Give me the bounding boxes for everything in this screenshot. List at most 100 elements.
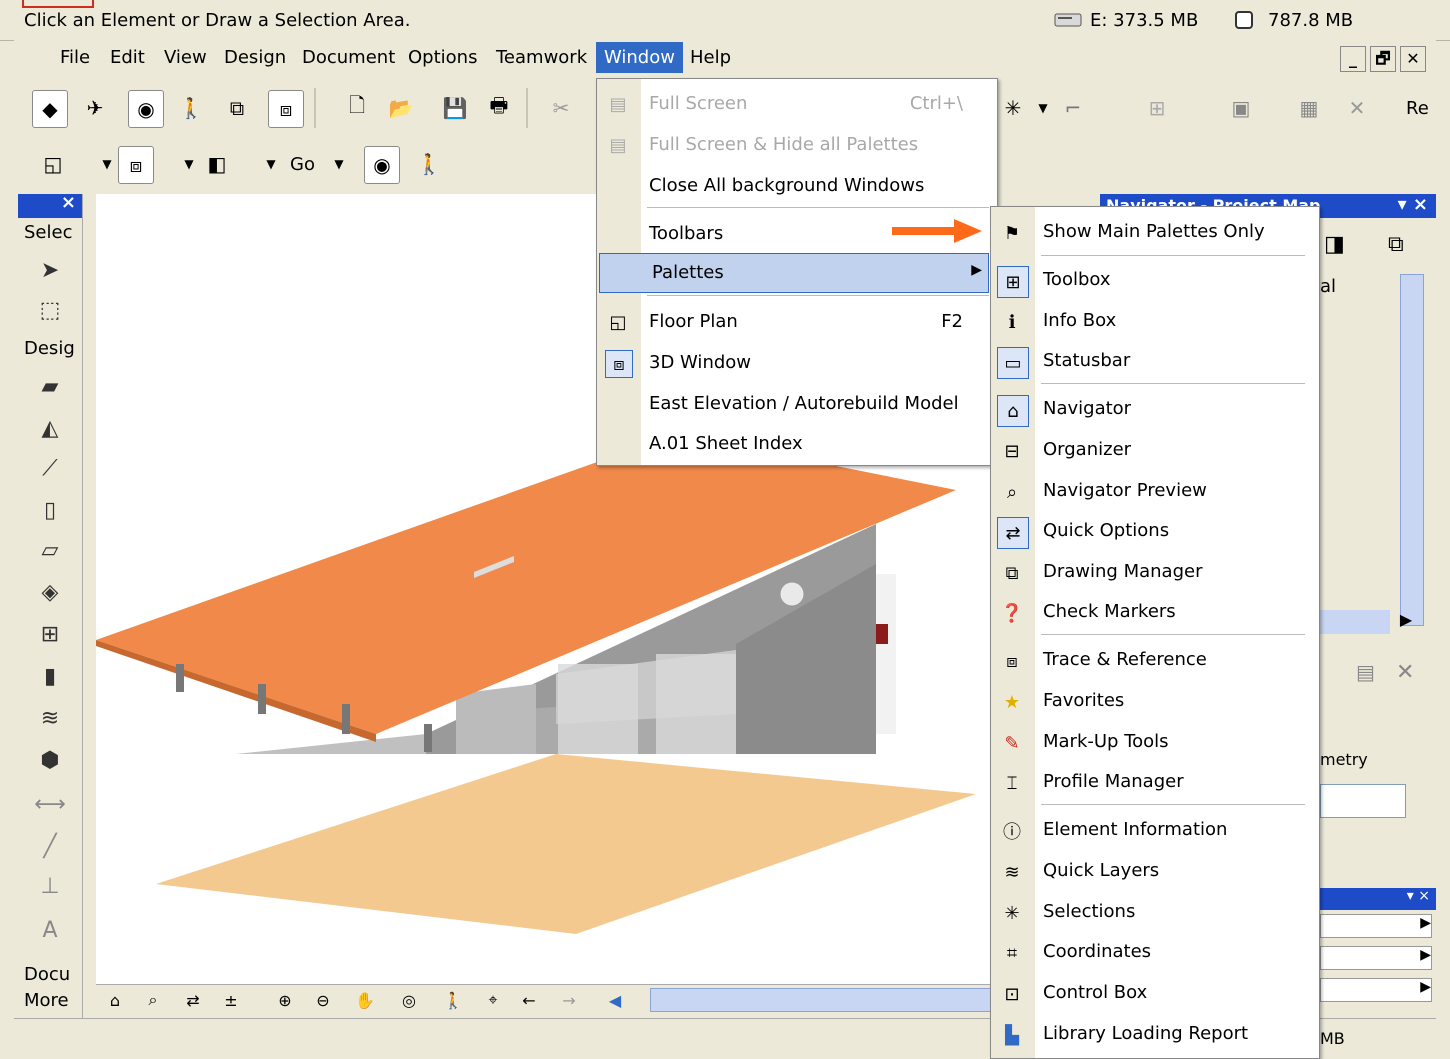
preview-icon[interactable]: ⌕: [140, 989, 166, 1011]
submenu-item-info-box[interactable]: ℹ Info Box: [991, 302, 1319, 342]
submenu-item-control-box[interactable]: ⊡ Control Box: [991, 974, 1319, 1014]
stair-tool-icon[interactable]: ◈: [34, 576, 66, 608]
menu-help[interactable]: Help: [686, 47, 735, 68]
clone-icon[interactable]: ⧉: [1388, 232, 1418, 262]
menu-item-3d-window[interactable]: ⧈ 3D Window: [597, 344, 997, 382]
line-tool-icon[interactable]: ╱: [34, 830, 66, 862]
text-tool-icon[interactable]: A: [34, 914, 66, 946]
submenu-item-navigator-preview[interactable]: ⌕ Navigator Preview: [991, 472, 1319, 512]
arrow-tool-icon[interactable]: ➤: [34, 254, 66, 286]
3d-view-tool-icon[interactable]: ⧈: [118, 146, 154, 184]
menu-edit[interactable]: Edit: [106, 47, 149, 68]
close-button[interactable]: ✕: [1400, 46, 1426, 72]
submenu-item-drawing-manager[interactable]: ⧉ Drawing Manager: [991, 553, 1319, 593]
close-icon[interactable]: ×: [61, 192, 76, 213]
dropdown-3[interactable]: ▶: [1320, 978, 1432, 1002]
column-tool-icon[interactable]: ▯: [34, 494, 66, 526]
minimize-button[interactable]: _: [1340, 46, 1366, 72]
horizontal-scrollbar[interactable]: [650, 988, 992, 1012]
dropdown-1[interactable]: ▶: [1320, 914, 1432, 938]
menu-item-floor-plan[interactable]: ◱ Floor Plan F2: [597, 303, 997, 341]
zoom-in-icon[interactable]: ⊕: [272, 989, 298, 1011]
scroll-right-icon[interactable]: ▶: [1394, 610, 1418, 634]
submenu-item-show-main-palettes[interactable]: ⚑ Show Main Palettes Only: [991, 213, 1319, 253]
menu-item-full-screen[interactable]: ▤ Full Screen Ctrl+\: [597, 85, 997, 123]
submenu-item-check-markers[interactable]: ❓ Check Markers: [991, 593, 1319, 633]
menu-file[interactable]: File: [56, 47, 94, 68]
grid-icon[interactable]: ⊞: [1140, 90, 1174, 126]
submenu-item-quick-options[interactable]: ⇄ Quick Options: [991, 512, 1319, 552]
zoom-out-icon[interactable]: ⊖: [310, 989, 336, 1011]
level-tool-icon[interactable]: ⊥: [34, 870, 66, 902]
dropdown-2[interactable]: ▶: [1320, 946, 1432, 970]
window-tool-icon[interactable]: ⊞: [34, 618, 66, 650]
object-tool-icon[interactable]: ⬢: [34, 744, 66, 776]
menu-window[interactable]: Window: [596, 42, 683, 73]
menu-options[interactable]: Options: [404, 47, 481, 68]
menu-design[interactable]: Design: [220, 47, 290, 68]
walk-icon[interactable]: 🚶: [174, 90, 208, 126]
menu-view[interactable]: View: [160, 47, 211, 68]
submenu-item-library-loading-report[interactable]: ▙ Library Loading Report: [991, 1015, 1319, 1055]
pan-hand-icon[interactable]: ✋: [352, 989, 378, 1011]
submenu-item-trace-reference[interactable]: ⧈ Trace & Reference: [991, 641, 1319, 681]
navigator-icon[interactable]: ⌂: [102, 989, 128, 1011]
stack-icon[interactable]: ▣: [1224, 90, 1258, 126]
mesh-tool-icon[interactable]: ≋: [34, 702, 66, 734]
cut-icon[interactable]: ✂: [544, 90, 578, 126]
close-icon[interactable]: ▾ ×: [1398, 194, 1428, 215]
submenu-item-quick-layers[interactable]: ≋ Quick Layers: [991, 852, 1319, 892]
menu-item-palettes[interactable]: Palettes ▶: [599, 253, 989, 293]
geometry-field[interactable]: [1320, 784, 1406, 818]
select-element-icon[interactable]: ◆: [32, 90, 68, 128]
zoom-plus-minus-icon[interactable]: ±: [218, 989, 244, 1011]
more-section-label[interactable]: More: [24, 990, 69, 1011]
new-file-icon[interactable]: 🗋: [340, 90, 374, 126]
menu-teamwork[interactable]: Teamwork: [492, 47, 591, 68]
marquee-tool-icon[interactable]: ⬚: [34, 294, 66, 326]
roof-tool-icon[interactable]: ◭: [34, 412, 66, 444]
menu-item-east-elevation[interactable]: East Elevation / Autorebuild Model: [597, 385, 997, 423]
floor-plan-tool-icon[interactable]: ◱: [36, 146, 70, 182]
submenu-item-favorites[interactable]: ★ Favorites: [991, 682, 1319, 722]
menu-item-sheet-index[interactable]: A.01 Sheet Index: [597, 425, 997, 463]
stair-icon[interactable]: ⌐: [1056, 90, 1090, 126]
new-folder-icon[interactable]: ▤: [1356, 660, 1386, 690]
submenu-item-statusbar[interactable]: ▭ Statusbar: [991, 342, 1319, 382]
submenu-item-organizer[interactable]: ⊟ Organizer: [991, 431, 1319, 471]
door-tool-icon[interactable]: ▮: [34, 660, 66, 692]
restore-button[interactable]: 🗗: [1370, 46, 1396, 72]
dropdown-arrow-icon[interactable]: ▼: [1026, 90, 1060, 126]
dropdown-arrow-icon[interactable]: ▼: [254, 146, 288, 182]
orbit-icon[interactable]: ◉: [128, 90, 164, 128]
print-icon[interactable]: 🖶: [482, 90, 516, 126]
walk-icon[interactable]: 🚶: [440, 989, 466, 1011]
submenu-item-toolbox[interactable]: ⊞ Toolbox: [991, 261, 1319, 301]
wall-tool-icon[interactable]: ▰: [34, 370, 66, 402]
submenu-item-element-information[interactable]: ⓘ Element Information: [991, 811, 1319, 851]
submenu-item-navigator[interactable]: ⌂ Navigator: [991, 390, 1319, 430]
submenu-item-selections[interactable]: ✳ Selections: [991, 893, 1319, 933]
previous-zoom-icon[interactable]: ←: [516, 989, 542, 1011]
fit-icon[interactable]: ⌖: [480, 989, 506, 1011]
layout-icon[interactable]: ◨: [1324, 232, 1354, 262]
quick-options-icon[interactable]: ⇄: [180, 989, 206, 1011]
menu-item-close-background[interactable]: Close All background Windows: [597, 167, 997, 205]
go-label[interactable]: Go: [290, 154, 315, 175]
horizontal-scrollbar[interactable]: [1320, 610, 1390, 634]
orbit-icon[interactable]: ◎: [396, 989, 422, 1011]
next-zoom-icon[interactable]: →: [556, 989, 582, 1011]
sparkle-icon[interactable]: ✳: [996, 90, 1030, 126]
menu-document[interactable]: Document: [298, 47, 399, 68]
3d-box-icon[interactable]: ⧈: [268, 90, 304, 128]
submenu-item-coordinates[interactable]: ⌗ Coordinates: [991, 933, 1319, 973]
dropdown-arrow-icon[interactable]: ▼: [322, 146, 356, 182]
dimension-tool-icon[interactable]: ⟷: [34, 788, 66, 820]
save-icon[interactable]: 💾: [438, 90, 472, 126]
scroll-left-icon[interactable]: ◀: [602, 989, 628, 1011]
submenu-item-profile-manager[interactable]: ⌶ Profile Manager: [991, 763, 1319, 803]
layers-icon[interactable]: ⧉: [220, 90, 254, 126]
beam-tool-icon[interactable]: ⟋: [34, 452, 66, 484]
walk-icon[interactable]: 🚶: [412, 146, 446, 182]
frame-icon[interactable]: ▦: [1292, 90, 1326, 126]
